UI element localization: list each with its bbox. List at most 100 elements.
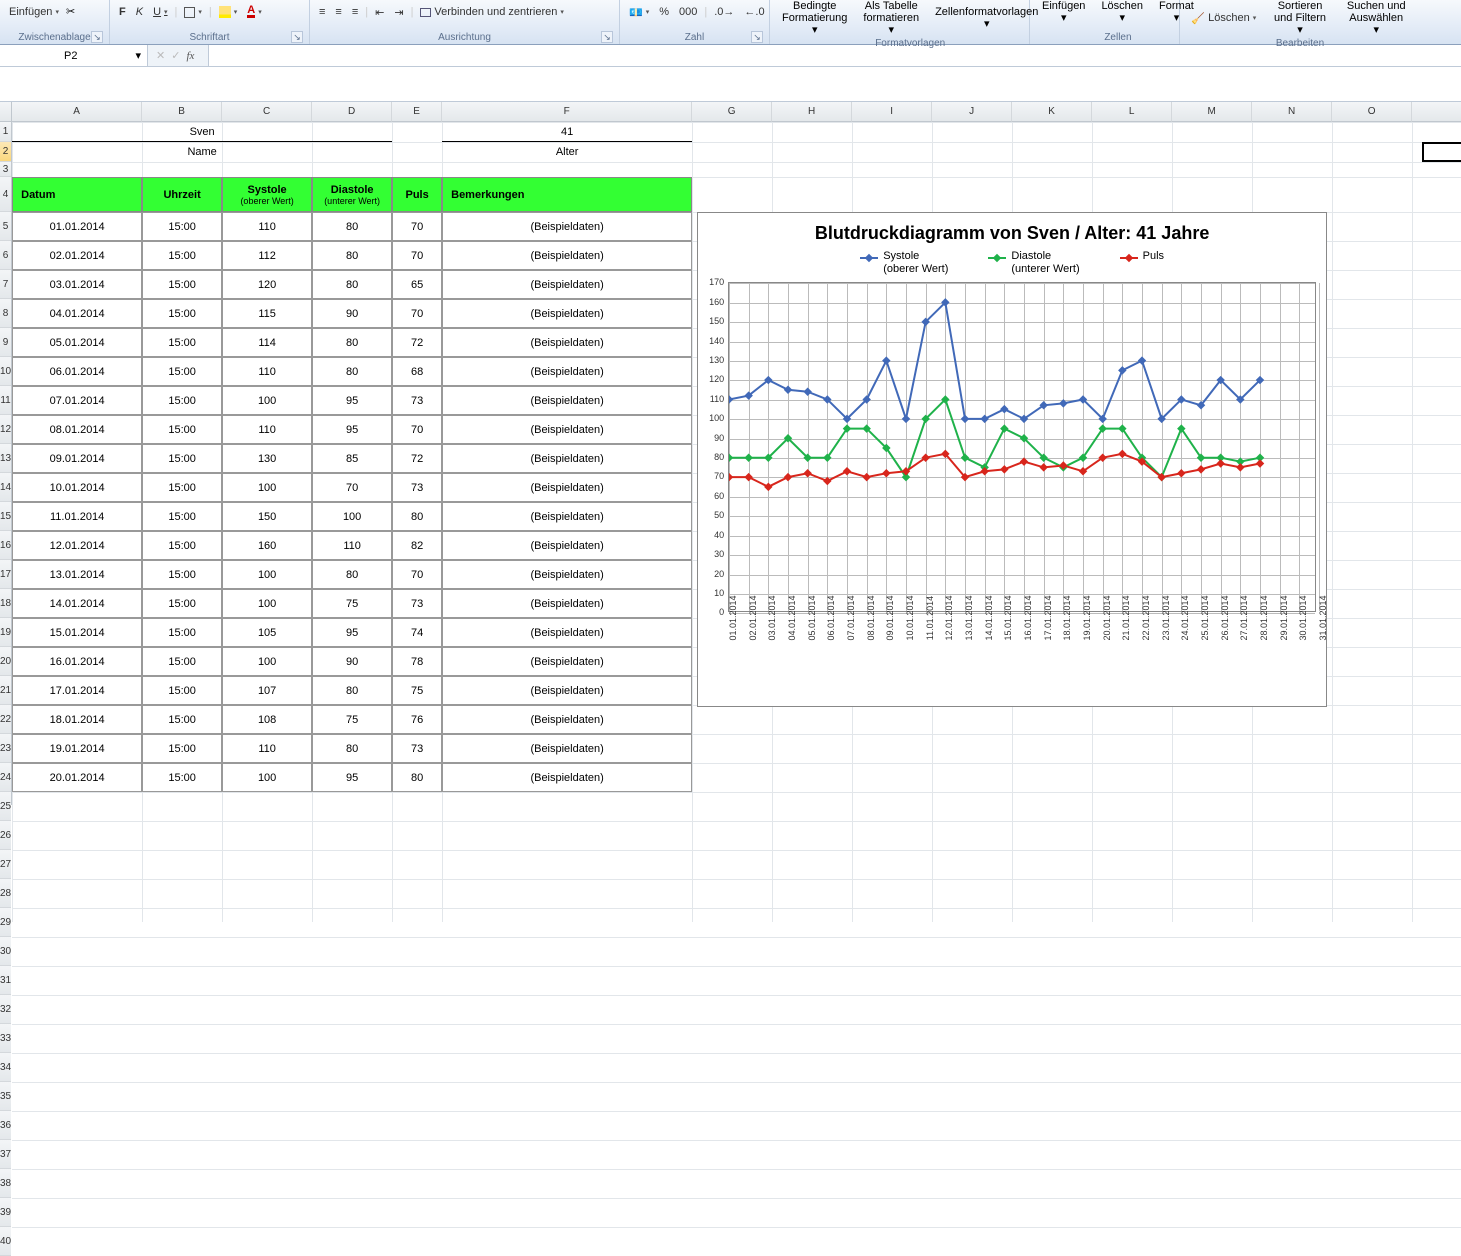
- row-header[interactable]: 20: [0, 647, 11, 676]
- cell[interactable]: 15:00: [142, 299, 222, 328]
- cell[interactable]: (Beispieldaten): [442, 734, 692, 763]
- accept-icon[interactable]: ✓: [171, 49, 180, 62]
- row-header[interactable]: 8: [0, 299, 11, 328]
- cell[interactable]: 82: [392, 531, 442, 560]
- cell[interactable]: Puls: [392, 177, 442, 212]
- cell[interactable]: 68: [392, 357, 442, 386]
- decrease-decimal-button[interactable]: ←.0: [741, 5, 767, 19]
- currency-button[interactable]: 💶▾: [626, 5, 652, 20]
- cell[interactable]: 15:00: [142, 589, 222, 618]
- insert-cells-button[interactable]: Einfügen▾: [1036, 0, 1091, 24]
- cell[interactable]: Sven: [12, 122, 392, 142]
- row-header[interactable]: 14: [0, 473, 11, 502]
- cell[interactable]: 70: [392, 299, 442, 328]
- column-header[interactable]: C: [222, 102, 312, 122]
- row-header[interactable]: 28: [0, 879, 11, 908]
- fx-icon[interactable]: fx: [186, 50, 200, 62]
- dialog-launcher-icon[interactable]: ↘: [91, 31, 103, 43]
- align-left-button[interactable]: ≡: [316, 5, 328, 19]
- column-header[interactable]: D: [312, 102, 392, 122]
- cell[interactable]: 110: [222, 357, 312, 386]
- cell[interactable]: 07.01.2014: [12, 386, 142, 415]
- cell[interactable]: 73: [392, 473, 442, 502]
- fill-color-button[interactable]: ▾: [216, 5, 241, 19]
- thousand-sep-button[interactable]: 000: [676, 5, 700, 19]
- cell[interactable]: (Beispieldaten): [442, 676, 692, 705]
- cell[interactable]: 13.01.2014: [12, 560, 142, 589]
- cell[interactable]: (Beispieldaten): [442, 357, 692, 386]
- sort-filter-button[interactable]: Sortieren und Filtern▾: [1268, 0, 1332, 36]
- cell[interactable]: 06.01.2014: [12, 357, 142, 386]
- row-header[interactable]: 3: [0, 162, 11, 177]
- column-header[interactable]: F: [442, 102, 692, 122]
- select-all-corner[interactable]: [0, 102, 11, 122]
- cell[interactable]: (Beispieldaten): [442, 270, 692, 299]
- cell[interactable]: 95: [312, 618, 392, 647]
- row-header[interactable]: 19: [0, 618, 11, 647]
- indent-increase-button[interactable]: ⇥: [391, 5, 406, 20]
- cell[interactable]: 41: [442, 122, 692, 142]
- cell[interactable]: 04.01.2014: [12, 299, 142, 328]
- cell[interactable]: 150: [222, 502, 312, 531]
- cell[interactable]: 03.01.2014: [12, 270, 142, 299]
- cell[interactable]: 15:00: [142, 676, 222, 705]
- cancel-icon[interactable]: ✕: [156, 49, 165, 62]
- cell[interactable]: 70: [392, 415, 442, 444]
- cell[interactable]: Datum: [12, 177, 142, 212]
- cell[interactable]: 15:00: [142, 415, 222, 444]
- row-header[interactable]: 17: [0, 560, 11, 589]
- cell[interactable]: 80: [312, 560, 392, 589]
- name-box[interactable]: ▾: [0, 45, 148, 66]
- column-header[interactable]: K: [1012, 102, 1092, 122]
- cell[interactable]: 65: [392, 270, 442, 299]
- cell[interactable]: 95: [312, 415, 392, 444]
- cell[interactable]: 114: [222, 328, 312, 357]
- column-header[interactable]: G: [692, 102, 772, 122]
- cell[interactable]: 15.01.2014: [12, 618, 142, 647]
- cell[interactable]: 90: [312, 299, 392, 328]
- cell[interactable]: 15:00: [142, 270, 222, 299]
- cell[interactable]: 80: [312, 270, 392, 299]
- cell[interactable]: 85: [312, 444, 392, 473]
- cell[interactable]: Systole(oberer Wert): [222, 177, 312, 212]
- row-header[interactable]: 27: [0, 850, 11, 879]
- cell[interactable]: 100: [222, 763, 312, 792]
- cell[interactable]: 80: [312, 328, 392, 357]
- chart[interactable]: Blutdruckdiagramm von Sven / Alter: 41 J…: [697, 212, 1327, 707]
- cell[interactable]: 110: [222, 415, 312, 444]
- cell[interactable]: 70: [392, 241, 442, 270]
- cell[interactable]: 100: [312, 502, 392, 531]
- cell[interactable]: 100: [222, 589, 312, 618]
- paste-button[interactable]: Einfügen▾: [6, 5, 62, 19]
- row-header[interactable]: 24: [0, 763, 11, 792]
- column-header[interactable]: N: [1252, 102, 1332, 122]
- cell[interactable]: (Beispieldaten): [442, 647, 692, 676]
- increase-decimal-button[interactable]: .0→: [711, 5, 737, 19]
- cell[interactable]: 73: [392, 386, 442, 415]
- cell[interactable]: (Beispieldaten): [442, 502, 692, 531]
- underline-button[interactable]: U▾: [150, 5, 170, 19]
- cell[interactable]: 108: [222, 705, 312, 734]
- row-header[interactable]: 2: [0, 142, 11, 162]
- row-header[interactable]: 7: [0, 270, 11, 299]
- dialog-launcher-icon[interactable]: ↘: [291, 31, 303, 43]
- row-header[interactable]: 12: [0, 415, 11, 444]
- column-header[interactable]: J: [932, 102, 1012, 122]
- cell-styles-button[interactable]: Zellenformatvorlagen▾: [929, 0, 1044, 36]
- cell[interactable]: Bemerkungen: [442, 177, 692, 212]
- row-header[interactable]: 11: [0, 386, 11, 415]
- cell[interactable]: (Beispieldaten): [442, 473, 692, 502]
- cell[interactable]: (Beispieldaten): [442, 560, 692, 589]
- cell[interactable]: (Beispieldaten): [442, 328, 692, 357]
- column-header[interactable]: B: [142, 102, 222, 122]
- cell[interactable]: 160: [222, 531, 312, 560]
- cell[interactable]: 15:00: [142, 705, 222, 734]
- row-header[interactable]: 23: [0, 734, 11, 763]
- cell[interactable]: (Beispieldaten): [442, 705, 692, 734]
- row-header[interactable]: 22: [0, 705, 11, 734]
- row-header[interactable]: 15: [0, 502, 11, 531]
- cell[interactable]: 75: [312, 589, 392, 618]
- conditional-formatting-button[interactable]: Bedingte Formatierung▾: [776, 0, 853, 36]
- cell[interactable]: 95: [312, 386, 392, 415]
- cut-icon[interactable]: ✂: [66, 5, 80, 19]
